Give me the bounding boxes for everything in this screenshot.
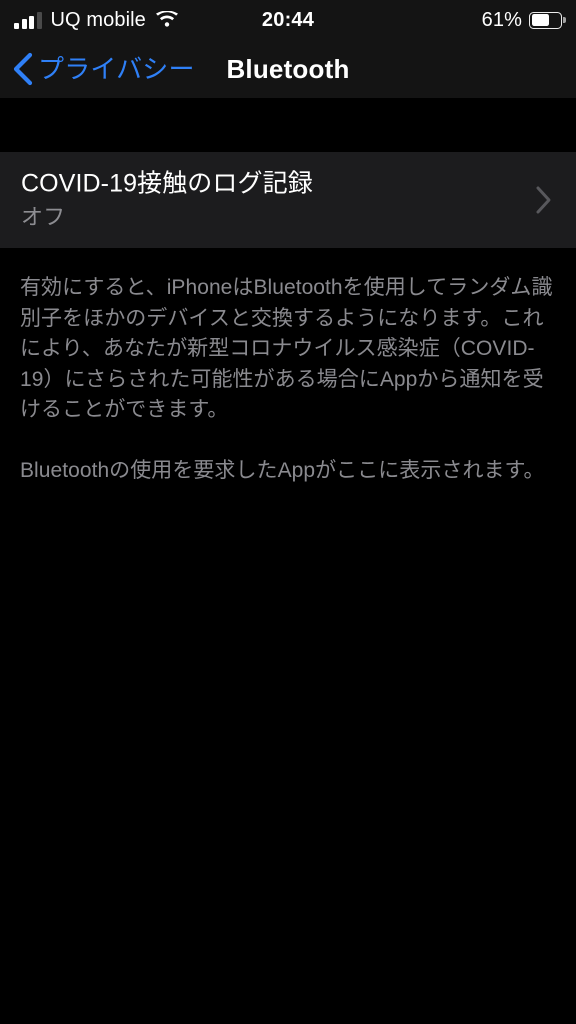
iphone-settings-screen: UQ mobile 20:44 61% プライバシー Bluetooth COV… (0, 0, 576, 1024)
chevron-right-icon (536, 186, 551, 214)
footer-description: 有効にすると、iPhoneはBluetoothを使用してランダム識別子をほかのデ… (0, 248, 576, 487)
status-bar: UQ mobile 20:44 61% (0, 0, 576, 40)
battery-percentage-label: 61% (481, 8, 522, 31)
settings-content: COVID-19接触のログ記録 オフ 有効にすると、iPhoneはBluetoo… (0, 98, 576, 1024)
sidebar-item-covid-exposure-logging[interactable]: COVID-19接触のログ記録 オフ (0, 152, 576, 248)
navigation-bar: プライバシー Bluetooth (0, 40, 576, 98)
battery-icon (529, 11, 566, 29)
status-bar-right: 61% (481, 8, 566, 32)
cell-text-group: COVID-19接触のログ記録 オフ (21, 170, 313, 231)
page-title: Bluetooth (226, 53, 350, 84)
cell-subtitle-status: オフ (21, 204, 66, 229)
footer-paragraph-exposure-info: 有効にすると、iPhoneはBluetoothを使用してランダム識別子をほかのデ… (20, 276, 553, 421)
cell-title: COVID-19接触のログ記録 (21, 169, 313, 198)
section-top-spacer (0, 98, 576, 152)
footer-paragraph-app-list-empty: Bluetoothの使用を要求したAppがここに表示されます。 (20, 459, 545, 482)
